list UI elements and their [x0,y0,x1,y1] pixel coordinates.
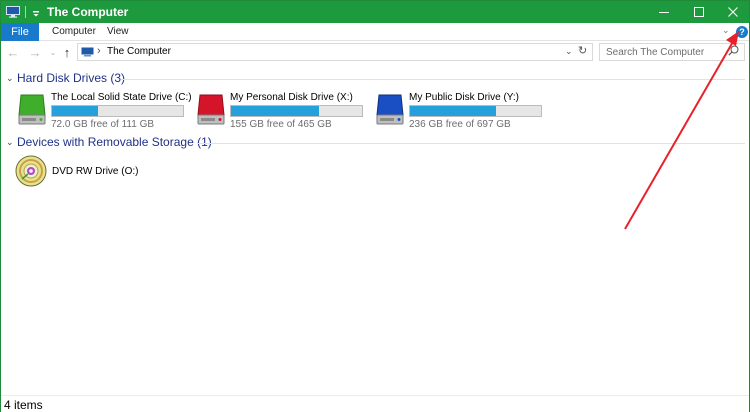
tab-view[interactable]: View [107,26,129,37]
collapse-chevron-icon[interactable]: ⌄ [6,73,14,84]
drive-name: My Personal Disk Drive (X:) [230,92,353,103]
dvd-drive-icon [15,155,47,187]
group-header-hard-disk-drives[interactable]: ⌄ Hard Disk Drives (3) [1,71,749,87]
tab-file[interactable]: File [1,23,39,41]
help-icon[interactable]: ? [736,26,748,38]
tab-computer[interactable]: Computer [52,26,96,37]
maximize-icon [694,7,704,17]
title-bar[interactable]: The Computer [1,1,749,23]
maximize-button[interactable] [682,1,716,23]
drive-item-dvd[interactable]: DVD RW Drive (O:) [15,155,155,189]
minimize-icon [659,12,669,13]
red-hard-drive-icon [197,94,225,125]
drive-name: The Local Solid State Drive (C:) [51,92,192,103]
green-hard-drive-icon [18,94,46,125]
drive-usage-bar [409,105,542,117]
drive-usage-fill [410,106,497,116]
ribbon-expand-icon[interactable]: ⌄ [722,25,732,37]
explorer-window: The Computer File Computer View ⌄ ? ← → … [0,0,750,412]
drive-usage-bar [51,105,184,117]
drive-usage-bar [230,105,363,117]
drive-free-space: 155 GB free of 465 GB [230,119,332,130]
close-button[interactable] [716,1,750,23]
window-title: The Computer [47,5,129,19]
group-divider [197,143,745,144]
up-button[interactable]: ↑ [59,44,75,60]
navigation-bar: ← → ⌄ ↑ › The Computer ⌄ ↻ [1,41,749,63]
group-title: Hard Disk Drives (3) [17,71,126,85]
search-box[interactable] [599,43,745,61]
refresh-icon[interactable]: ↻ [578,44,587,57]
minimize-button[interactable] [647,1,681,23]
item-count: 4 items [4,398,43,412]
ribbon-tabs: File Computer View ⌄ ? [1,23,749,41]
search-icon [728,45,739,56]
drive-free-space: 72.0 GB free of 111 GB [51,119,155,130]
drive-name: DVD RW Drive (O:) [52,166,139,177]
group-header-removable-storage[interactable]: ⌄ Devices with Removable Storage (1) [1,135,749,151]
quick-access-dropdown-icon[interactable] [30,5,42,19]
breadcrumb-chevron-icon[interactable]: › [97,45,101,57]
drive-usage-fill [231,106,319,116]
search-input[interactable] [600,44,726,60]
computer-icon[interactable] [6,6,20,18]
close-icon [728,7,738,17]
address-bar[interactable]: › The Computer ⌄ ↻ [77,43,593,61]
status-bar: 4 items [1,395,749,412]
title-separator [25,6,26,18]
drive-usage-fill [52,106,98,116]
collapse-chevron-icon[interactable]: ⌄ [6,137,14,148]
drive-free-space: 236 GB free of 697 GB [409,119,511,130]
forward-button[interactable]: → [27,44,43,60]
back-button[interactable]: ← [5,44,21,60]
breadcrumb-item[interactable]: The Computer [107,46,171,57]
computer-icon [81,47,94,57]
group-title: Devices with Removable Storage (1) [17,135,212,149]
blue-hard-drive-icon [376,94,404,125]
address-dropdown-icon[interactable]: ⌄ [565,46,573,57]
group-divider [121,79,745,80]
drive-name: My Public Disk Drive (Y:) [409,92,520,103]
